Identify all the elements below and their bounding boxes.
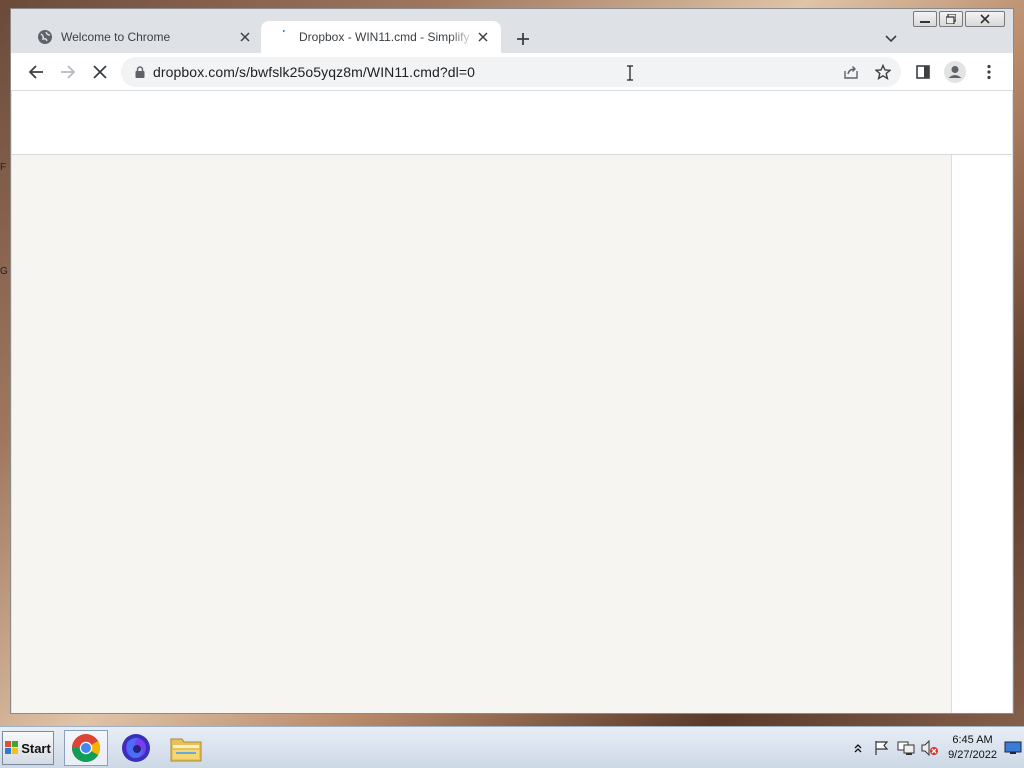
taskbar-file-explorer[interactable] xyxy=(164,730,208,766)
menu-button[interactable] xyxy=(975,58,1003,86)
arrow-left-icon xyxy=(28,65,43,79)
close-icon xyxy=(240,32,250,42)
monitor-icon xyxy=(1004,741,1022,754)
side-panel-button[interactable] xyxy=(909,58,937,86)
network-icon xyxy=(897,741,915,755)
taskbar-chrome[interactable] xyxy=(64,730,108,766)
browser-window: Welcome to Chrome Dropbox - WIN11.cmd - … xyxy=(10,8,1014,714)
profile-button[interactable] xyxy=(941,58,969,86)
text-cursor-icon xyxy=(627,65,633,81)
page-header xyxy=(12,91,1012,155)
forward-button[interactable] xyxy=(54,58,82,86)
side-panel-icon xyxy=(916,65,930,79)
loading-icon xyxy=(275,29,291,45)
firefox-icon xyxy=(122,734,150,762)
share-icon xyxy=(844,66,858,79)
star-icon xyxy=(875,64,891,80)
system-tray: 6:45 AM 9/27/2022 xyxy=(846,731,1024,765)
avatar-icon xyxy=(944,61,966,83)
volume-button[interactable] xyxy=(919,737,941,759)
more-vertical-icon xyxy=(987,64,991,80)
tab-dropbox[interactable]: Dropbox - WIN11.cmd - Simplify your xyxy=(261,21,501,53)
folder-icon xyxy=(170,738,202,762)
back-button[interactable] xyxy=(22,58,50,86)
tab-title: Welcome to Chrome xyxy=(61,30,171,44)
show-hidden-icons-button[interactable] xyxy=(847,737,869,759)
chevron-up-icon xyxy=(854,744,862,753)
new-tab-button[interactable] xyxy=(511,27,535,51)
action-center-button[interactable] xyxy=(871,737,893,759)
network-button[interactable] xyxy=(895,737,917,759)
taskbar-firefox[interactable] xyxy=(114,730,158,766)
desktop-icon-label-fragment: G xyxy=(0,266,8,277)
tab-welcome[interactable]: Welcome to Chrome xyxy=(23,21,263,53)
tab-strip: Welcome to Chrome Dropbox - WIN11.cmd - … xyxy=(11,21,1013,53)
share-button[interactable] xyxy=(837,58,865,86)
close-icon xyxy=(478,32,488,42)
windows-logo-icon xyxy=(5,741,19,754)
clock-time: 6:45 AM xyxy=(952,734,993,746)
tab-close-button[interactable] xyxy=(475,29,491,45)
page-viewport xyxy=(12,91,1012,713)
page-sidebar xyxy=(953,155,1012,713)
chevron-down-icon xyxy=(885,35,897,43)
globe-icon xyxy=(37,29,53,45)
address-bar[interactable]: dropbox.com/s/bwfslk25o5yqz8m/WIN11.cmd?… xyxy=(121,57,901,87)
url-text[interactable]: dropbox.com/s/bwfslk25o5yqz8m/WIN11.cmd?… xyxy=(153,64,475,80)
browser-toolbar: dropbox.com/s/bwfslk25o5yqz8m/WIN11.cmd?… xyxy=(11,53,1013,91)
tab-close-button[interactable] xyxy=(237,29,253,45)
arrow-right-icon xyxy=(61,65,76,79)
clock-date: 9/27/2022 xyxy=(948,749,997,761)
desktop-icon-label-fragment: F xyxy=(0,162,7,173)
chrome-icon xyxy=(72,734,100,762)
plus-icon xyxy=(517,33,529,45)
bookmark-button[interactable] xyxy=(869,58,897,86)
stop-loading-button[interactable] xyxy=(86,58,114,86)
start-button[interactable]: Start xyxy=(2,731,54,765)
volume-muted-icon xyxy=(921,740,939,756)
page-content-area xyxy=(12,155,952,713)
flag-icon xyxy=(875,741,889,755)
taskbar: Start 6:45 AM 9/27/2022 xyxy=(0,726,1024,768)
clock[interactable]: 6:45 AM 9/27/2022 xyxy=(948,733,997,763)
tab-search-button[interactable] xyxy=(881,29,901,49)
show-desktop-button[interactable] xyxy=(1004,737,1022,759)
start-label: Start xyxy=(21,740,51,756)
lock-icon xyxy=(135,66,145,78)
tab-title: Dropbox - WIN11.cmd - Simplify your xyxy=(299,30,475,44)
close-icon xyxy=(93,65,107,79)
